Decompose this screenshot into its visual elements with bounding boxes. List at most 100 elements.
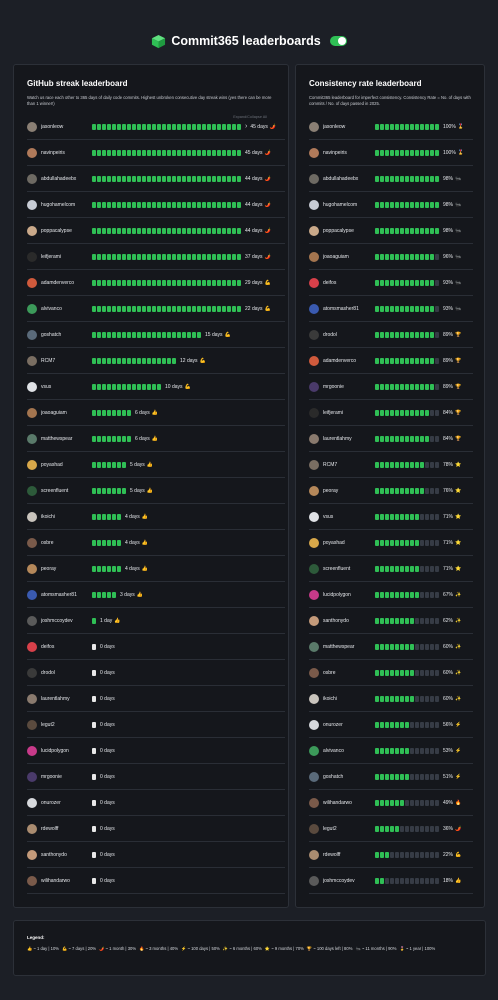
username[interactable]: osbre [41,540,92,546]
leaderboard-row[interactable]: poyashad 71% ⭐ [309,530,473,556]
username[interactable]: mrgoonie [323,384,375,390]
leaderboard-row[interactable]: abdullahadeebx 98% 🐜 [309,166,473,192]
leaderboard-row[interactable]: onurozer 0 days [27,790,285,816]
username[interactable]: hugohamelcom [41,202,92,208]
username[interactable]: wilihandarwo [323,800,375,806]
leaderboard-row[interactable]: hugohamelcom 98% 🐜 [309,192,473,218]
username[interactable]: santhonydo [41,852,92,858]
username[interactable]: poyashad [323,540,375,546]
username[interactable]: ikoichi [323,696,375,702]
leaderboard-row[interactable]: screenfluent 71% ⭐ [309,556,473,582]
leaderboard-row[interactable]: alvivanco 22 days 💪 [27,296,285,322]
leaderboard-row[interactable]: legut2 0 days [27,712,285,738]
username[interactable]: abdullahadeebx [323,176,375,182]
leaderboard-row[interactable]: joshmccoydev 18% 👍 [309,868,473,894]
leaderboard-row[interactable]: goshatch 51% ⚡ [309,764,473,790]
username[interactable]: santhonydo [323,618,375,624]
username[interactable]: drodol [41,670,92,676]
username[interactable]: RCM7 [323,462,375,468]
leaderboard-row[interactable]: mrgoonie 89% 🏆 [309,374,473,400]
username[interactable]: goshatch [323,774,375,780]
username[interactable]: screenfluent [41,488,92,494]
leaderboard-row[interactable]: lucidpolygon 0 days [27,738,285,764]
leaderboard-row[interactable]: ikoichi 4 days 👍 [27,504,285,530]
username[interactable]: joaoaguiam [41,410,92,416]
leaderboard-row[interactable]: hugohamelcom 44 days 🌶️ [27,192,285,218]
username[interactable]: lucidpolygon [323,592,375,598]
username[interactable]: RCM7 [41,358,92,364]
leaderboard-row[interactable]: ikoichi 60% ✨ [309,686,473,712]
username[interactable]: poppacalypse [41,228,92,234]
username[interactable]: abdullahadeebx [41,176,92,182]
leaderboard-row[interactable]: osbre 60% ✨ [309,660,473,686]
leaderboard-row[interactable]: joaoaguiam 6 days 👍 [27,400,285,426]
leaderboard-row[interactable]: poyashad 5 days 👍 [27,452,285,478]
username[interactable]: jasonleow [323,124,375,130]
leaderboard-row[interactable]: vsus 10 days 💪 [27,374,285,400]
username[interactable]: screenfluent [323,566,375,572]
leaderboard-row[interactable]: deifos 0 days [27,634,285,660]
username[interactable]: peoray [323,488,375,494]
username[interactable]: vsus [41,384,92,390]
leaderboard-row[interactable]: drodol 89% 🏆 [309,322,473,348]
leaderboard-row[interactable]: leifjerami 84% 🏆 [309,400,473,426]
leaderboard-row[interactable]: santhonydo 0 days [27,842,285,868]
leaderboard-row[interactable]: peoray 76% ⭐ [309,478,473,504]
leaderboard-row[interactable]: joshmccoydev 1 day 👍 [27,608,285,634]
leaderboard-row[interactable]: jasonleow 100% 🎖️ [309,114,473,140]
leaderboard-row[interactable]: peoray 4 days 👍 [27,556,285,582]
username[interactable]: rdewolff [41,826,92,832]
username[interactable]: legut2 [323,826,375,832]
username[interactable]: vsus [323,514,375,520]
username[interactable]: joshmccoydev [41,618,92,624]
leaderboard-row[interactable]: RCM7 12 days 💪 [27,348,285,374]
leaderboard-row[interactable]: rdewolff 0 days [27,816,285,842]
username[interactable]: onurozer [323,722,375,728]
leaderboard-row[interactable]: onurozer 56% ⚡ [309,712,473,738]
username[interactable]: rdewolff [323,852,375,858]
username[interactable]: atomsmasher81 [41,592,92,598]
leaderboard-row[interactable]: laurentlahmy 84% 🏆 [309,426,473,452]
username[interactable]: adamdenverco [323,358,375,364]
theme-toggle[interactable] [329,36,347,46]
username[interactable]: onurozer [41,800,92,806]
username[interactable]: joaoaguiam [323,254,375,260]
username[interactable]: alvivanco [323,748,375,754]
leaderboard-row[interactable]: wilihandarwo 49% 🔥 [309,790,473,816]
leaderboard-row[interactable]: RCM7 78% ⭐ [309,452,473,478]
leaderboard-row[interactable]: alvivanco 53% ⚡ [309,738,473,764]
leaderboard-row[interactable]: poppacalypse 44 days 🌶️ [27,218,285,244]
username[interactable]: mrgoonie [41,774,92,780]
leaderboard-row[interactable]: jasonleow › 45 days 🌶️ [27,114,285,140]
leaderboard-row[interactable]: atomsmasher81 3 days 👍 [27,582,285,608]
username[interactable]: alvivanco [41,306,92,312]
leaderboard-row[interactable]: poppacalypse 98% 🐜 [309,218,473,244]
leaderboard-row[interactable]: wilihandarwo 0 days [27,868,285,894]
username[interactable]: peoray [41,566,92,572]
leaderboard-row[interactable]: vsus 71% ⭐ [309,504,473,530]
leaderboard-row[interactable]: legut2 36% 🌶️ [309,816,473,842]
username[interactable]: lucidpolygon [41,748,92,754]
username[interactable]: laurentlahmy [323,436,375,442]
leaderboard-row[interactable]: navinpeiris 100% 🎖️ [309,140,473,166]
username[interactable]: deifos [323,280,375,286]
username[interactable]: goshatch [41,332,92,338]
leaderboard-row[interactable]: deifos 93% 🐜 [309,270,473,296]
username[interactable]: navinpeiris [41,150,92,156]
username[interactable]: adamdenverco [41,280,92,286]
username[interactable]: legut2 [41,722,92,728]
username[interactable]: ikoichi [41,514,92,520]
leaderboard-row[interactable]: rdewolff 22% 💪 [309,842,473,868]
leaderboard-row[interactable]: adamdenverco 89% 🏆 [309,348,473,374]
username[interactable]: jasonleow [41,124,92,130]
username[interactable]: wilihandarwo [41,878,92,884]
username[interactable]: poyashad [41,462,92,468]
username[interactable]: atomsmasher81 [323,306,375,312]
leaderboard-row[interactable]: mrgoonie 0 days [27,764,285,790]
username[interactable]: laurentlahmy [41,696,92,702]
leaderboard-row[interactable]: santhonydo 62% ✨ [309,608,473,634]
leaderboard-row[interactable]: navinpeiris 45 days 🌶️ [27,140,285,166]
leaderboard-row[interactable]: matthewspear 60% ✨ [309,634,473,660]
username[interactable]: matthewspear [323,644,375,650]
leaderboard-row[interactable]: screenfluent 5 days 👍 [27,478,285,504]
